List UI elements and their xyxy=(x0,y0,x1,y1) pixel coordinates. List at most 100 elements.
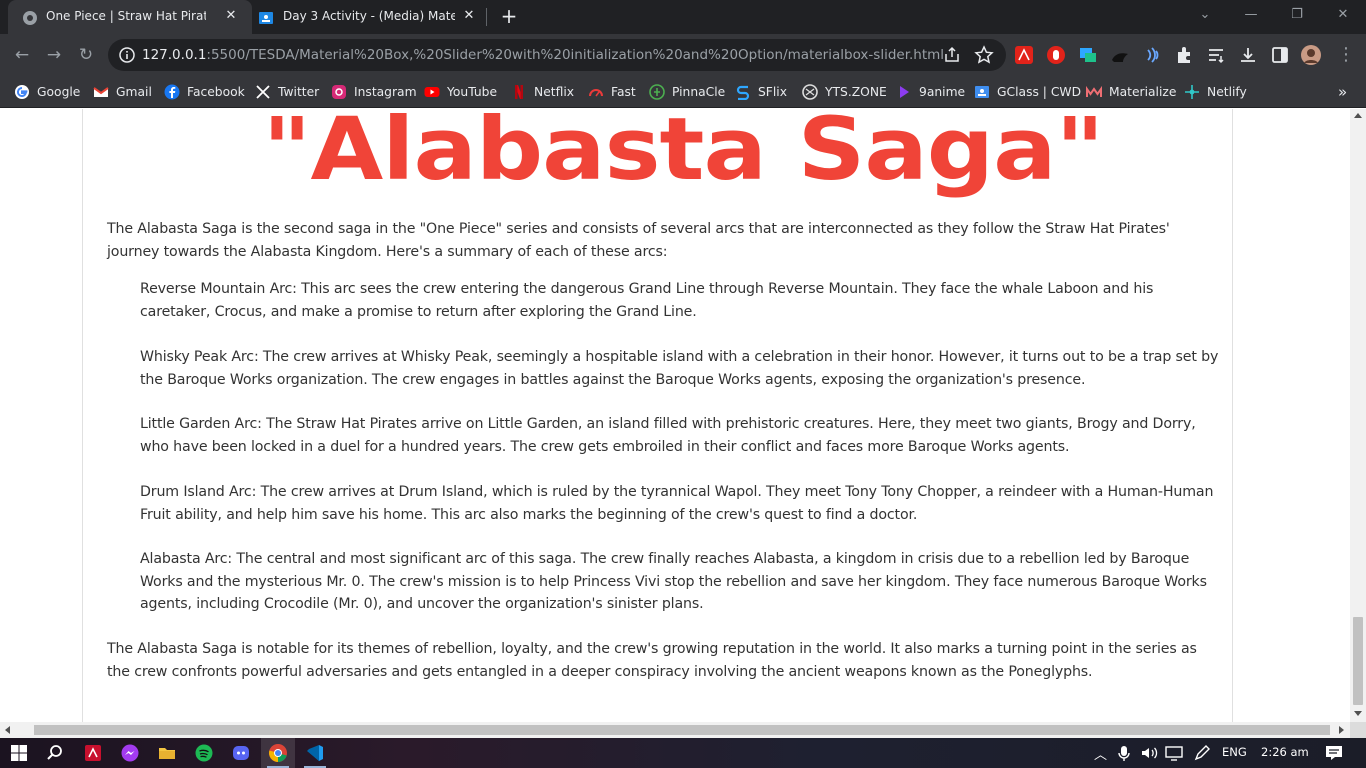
intro-paragraph: The Alabasta Saga is the second saga in … xyxy=(107,221,1170,260)
bookmark-pinnacle[interactable]: PinnaCle xyxy=(649,82,725,102)
share-icon[interactable] xyxy=(942,45,962,65)
acrobat-taskbar-icon[interactable] xyxy=(83,743,103,763)
notifications-icon[interactable] xyxy=(1324,743,1344,763)
tab-divider xyxy=(486,8,487,26)
bookmark-9anime[interactable]: 9anime xyxy=(896,82,965,102)
bookmark-label: Netlify xyxy=(1207,85,1247,99)
profile-avatar[interactable] xyxy=(1301,45,1321,65)
new-tab-button[interactable]: + xyxy=(498,6,520,28)
bookmark-google[interactable]: Google xyxy=(14,82,80,102)
bookmark-twitter[interactable]: Twitter xyxy=(255,82,319,102)
side-panel-icon[interactable] xyxy=(1270,45,1290,65)
url-text: 127.0.0.1:5500/TESDA/Material%20Box,%20S… xyxy=(142,47,944,63)
vertical-scrollbar[interactable] xyxy=(1350,109,1366,722)
bookmark-fast[interactable]: Fast xyxy=(588,82,636,102)
netflix-icon xyxy=(515,85,523,99)
tray-expand-icon[interactable]: ︿ xyxy=(1094,744,1107,763)
bookmark-label: Gmail xyxy=(116,85,152,99)
bookmark-instagram[interactable]: Instagram xyxy=(331,82,417,102)
pen-workspace-icon[interactable] xyxy=(1192,743,1212,763)
instagram-icon xyxy=(332,85,346,99)
conclusion-paragraph: The Alabasta Saga is notable for its the… xyxy=(107,641,1197,680)
tab-search-icon[interactable]: ⌄ xyxy=(1182,0,1228,30)
speaker-icon[interactable] xyxy=(1139,743,1159,763)
chrome-taskbar-icon[interactable] xyxy=(268,743,288,763)
reading-list-icon[interactable] xyxy=(1206,45,1226,65)
network-icon[interactable] xyxy=(1164,743,1184,763)
back-button[interactable]: ← xyxy=(10,43,34,67)
close-tab-icon[interactable]: ✕ xyxy=(222,7,240,25)
tab-one-piece[interactable]: One Piece | Straw Hat Pirates ✕ xyxy=(8,0,252,34)
extensions-puzzle-icon[interactable] xyxy=(1174,45,1194,65)
tabs-extension-icon[interactable] xyxy=(1078,45,1098,65)
file-explorer-icon[interactable] xyxy=(157,743,177,763)
scroll-down-arrow-icon[interactable] xyxy=(1354,711,1362,716)
menu-kebab-icon[interactable]: ⋮ xyxy=(1334,43,1358,67)
bookmarks-bar: Google Gmail Facebook Twitter Instagram … xyxy=(0,76,1366,108)
bookmark-label: YTS.ZONE xyxy=(825,85,887,99)
arc-reverse-mountain: Reverse Mountain Arc: This arc sees the … xyxy=(140,281,1154,320)
bookmark-star-icon[interactable] xyxy=(974,45,994,65)
restore-button[interactable]: ❐ xyxy=(1274,0,1320,30)
forward-button[interactable]: → xyxy=(42,43,66,67)
bookmark-netlify[interactable]: Netlify xyxy=(1184,82,1247,102)
tab-title: One Piece | Straw Hat Pirates xyxy=(46,9,206,23)
windows-start-icon[interactable] xyxy=(9,743,29,763)
bookmark-netflix[interactable]: Netflix xyxy=(511,82,574,102)
minimize-button[interactable]: — xyxy=(1228,0,1274,30)
page-viewport: "Alabasta Saga" The Alabasta Saga is the… xyxy=(0,109,1350,722)
address-bar[interactable]: 127.0.0.1:5500/TESDA/Material%20Box,%20S… xyxy=(108,39,1006,71)
microphone-icon[interactable] xyxy=(1114,743,1134,763)
horizontal-scrollbar[interactable] xyxy=(0,722,1350,738)
horizontal-scroll-thumb[interactable] xyxy=(34,725,1330,735)
download-icon[interactable] xyxy=(1238,45,1258,65)
vertical-scroll-thumb[interactable] xyxy=(1353,617,1363,705)
windows-taskbar: ︿ ENG 2:26 am xyxy=(0,738,1366,768)
acrobat-extension-icon[interactable] xyxy=(1014,45,1034,65)
messenger-icon[interactable] xyxy=(120,743,140,763)
bookmark-youtube[interactable]: YouTube xyxy=(424,82,497,102)
gclass-icon xyxy=(975,86,989,98)
reload-button[interactable]: ↻ xyxy=(74,43,98,67)
yts-icon xyxy=(802,84,818,100)
tab-title: Day 3 Activity - (Media) Material xyxy=(283,9,455,23)
netlify-icon xyxy=(1185,85,1199,99)
discord-icon[interactable] xyxy=(231,743,251,763)
bookmark-sflix[interactable]: SFlix xyxy=(735,82,787,102)
bookmark-label: Facebook xyxy=(187,85,245,99)
bookmark-gmail[interactable]: Gmail xyxy=(93,82,152,102)
language-indicator[interactable]: ENG xyxy=(1222,745,1247,759)
bookmark-label: Google xyxy=(37,85,81,99)
bookmark-label: Netflix xyxy=(534,85,575,99)
pinnacle-icon xyxy=(649,84,665,100)
arc-little-garden: Little Garden Arc: The Straw Hat Pirates… xyxy=(140,416,1196,455)
bookmark-yts[interactable]: YTS.ZONE xyxy=(802,82,887,102)
close-window-button[interactable]: ✕ xyxy=(1320,0,1366,30)
bookmark-materialize[interactable]: Materialize xyxy=(1086,82,1176,102)
scroll-left-arrow-icon[interactable] xyxy=(5,726,10,734)
bookmark-facebook[interactable]: Facebook xyxy=(164,82,245,102)
globe-icon xyxy=(23,11,37,25)
close-tab-icon[interactable]: ✕ xyxy=(460,7,478,25)
bookmark-label: Twitter xyxy=(278,85,320,99)
arc-whisky-peak: Whisky Peak Arc: The crew arrives at Whi… xyxy=(140,349,1219,388)
url-path: :5500/TESDA/Material%20Box,%20Slider%20w… xyxy=(206,47,945,63)
classroom-icon xyxy=(259,12,273,24)
spotify-icon[interactable] xyxy=(194,743,214,763)
more-bookmarks-icon[interactable]: » xyxy=(1338,82,1347,102)
wave-extension-icon[interactable] xyxy=(1142,45,1162,65)
tab-day3-activity[interactable]: Day 3 Activity - (Media) Material ✕ xyxy=(252,0,484,34)
stop-extension-icon[interactable] xyxy=(1046,45,1066,65)
scroll-up-arrow-icon[interactable] xyxy=(1354,113,1362,118)
darkmode-extension-icon[interactable] xyxy=(1110,45,1130,65)
scroll-right-arrow-icon[interactable] xyxy=(1339,726,1344,734)
clock[interactable]: 2:26 am xyxy=(1261,745,1309,759)
bookmark-label: GClass | CWD xyxy=(997,85,1082,99)
bookmark-gclass[interactable]: GClass | CWD xyxy=(974,82,1081,102)
tab-strip: One Piece | Straw Hat Pirates ✕ Day 3 Ac… xyxy=(0,0,1366,34)
info-icon[interactable] xyxy=(118,46,136,64)
vscode-icon[interactable] xyxy=(305,743,325,763)
bookmark-label: 9anime xyxy=(919,85,966,99)
page-heading: "Alabasta Saga" xyxy=(262,109,1105,200)
search-icon[interactable] xyxy=(45,743,65,763)
